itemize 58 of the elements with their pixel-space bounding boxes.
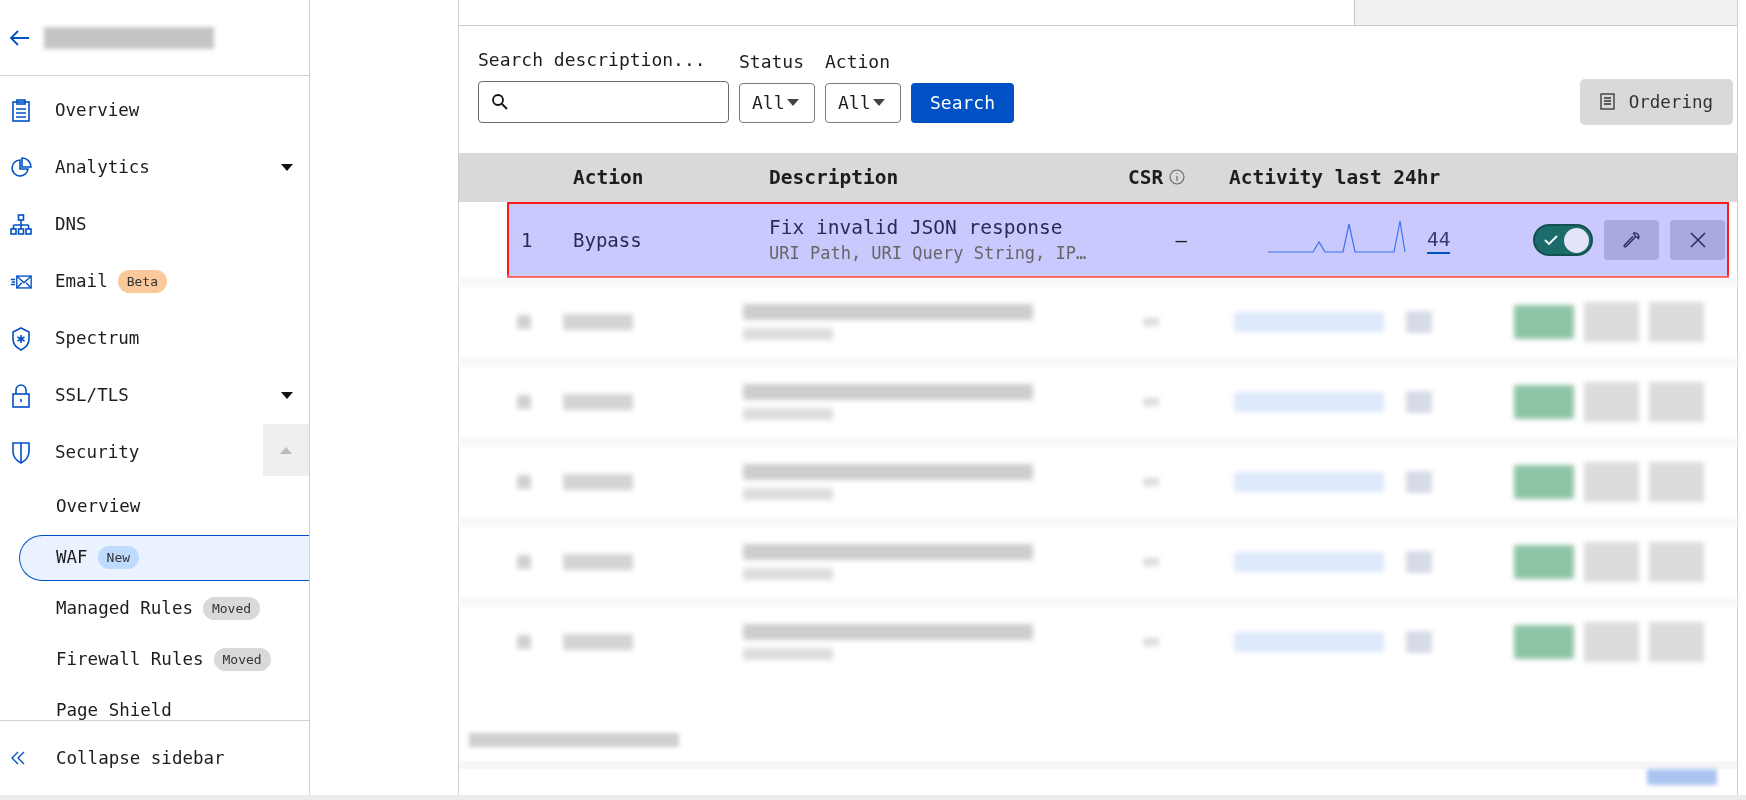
badge: New [97,545,140,570]
row-number: 1 [520,227,534,253]
pie-chart-icon [10,155,32,180]
column-header: CSR [1128,164,1164,191]
nav-subitem[interactable]: Firewall Rules Moved [19,636,309,683]
wrench-icon [1622,231,1641,249]
nav-item[interactable]: Overview [55,97,140,124]
badge: Beta [117,269,167,294]
shield-icon [10,326,32,351]
nav-item[interactable]: Security [55,439,140,466]
hierarchy-icon [10,212,32,237]
lock-icon [10,383,32,408]
nav-subitem[interactable]: WAF New [19,534,309,581]
column-header: Activity last 24hr [1229,164,1442,191]
collapse-sidebar-button[interactable]: Collapse sidebar [0,744,225,772]
csr-cell-text: – [1174,227,1188,253]
search-button[interactable]: Search [911,82,1014,123]
expand-caret-icon[interactable] [279,161,295,173]
nav-item[interactable]: DNS [55,211,87,238]
nav-item[interactable]: Email [55,268,108,295]
action-cell-text: Bypass [573,227,643,253]
clipboard-icon [10,98,32,123]
rule-fields: URI Path, URI Query String, IP… [769,243,1099,265]
nav-item[interactable]: Analytics [55,154,150,181]
delete-button[interactable] [1670,220,1725,260]
search-icon [491,92,509,111]
nav-item[interactable]: SSL/TLS [55,382,129,409]
info-icon [1169,169,1186,186]
status-dropdown[interactable]: All [739,82,815,123]
nav-subitem[interactable]: Page Shield [19,687,309,720]
rule-description: Fix invalid JSON response [769,215,1064,241]
nav-subitem[interactable]: Managed Rules Moved [19,585,309,632]
activity-count-link[interactable]: 44 [1427,228,1451,254]
caret-down-icon [786,98,799,107]
badge: Moved [213,647,271,672]
check-icon [1544,234,1558,246]
badge: Moved [202,596,261,621]
redacted-block [1647,769,1717,785]
shield-icon [10,440,32,465]
search-label: Search description... [478,47,707,72]
nav-subitem[interactable]: Overview [19,483,309,530]
caret-down-icon [872,98,885,107]
toggle-switch[interactable] [1533,224,1593,256]
close-icon [1689,232,1706,248]
ordering-button[interactable]: Ordering [1579,78,1733,125]
search-field[interactable] [478,80,729,123]
action-label: Action [825,49,892,74]
edit-button[interactable] [1604,220,1659,260]
status-label: Status [739,49,806,74]
column-header: Description [769,164,900,191]
nav-item[interactable]: Spectrum [55,325,140,352]
expand-caret-icon[interactable] [279,389,295,401]
double-chevron-left-icon [10,750,26,766]
rule-row[interactable]: 1 Bypass Fix invalid JSON response URI Path, URI Query String, IP… – 44 [507,202,1729,278]
action-dropdown[interactable]: All [825,82,901,123]
list-icon [1599,93,1615,111]
caret-up-icon [280,446,292,454]
column-header: Action [573,164,645,191]
